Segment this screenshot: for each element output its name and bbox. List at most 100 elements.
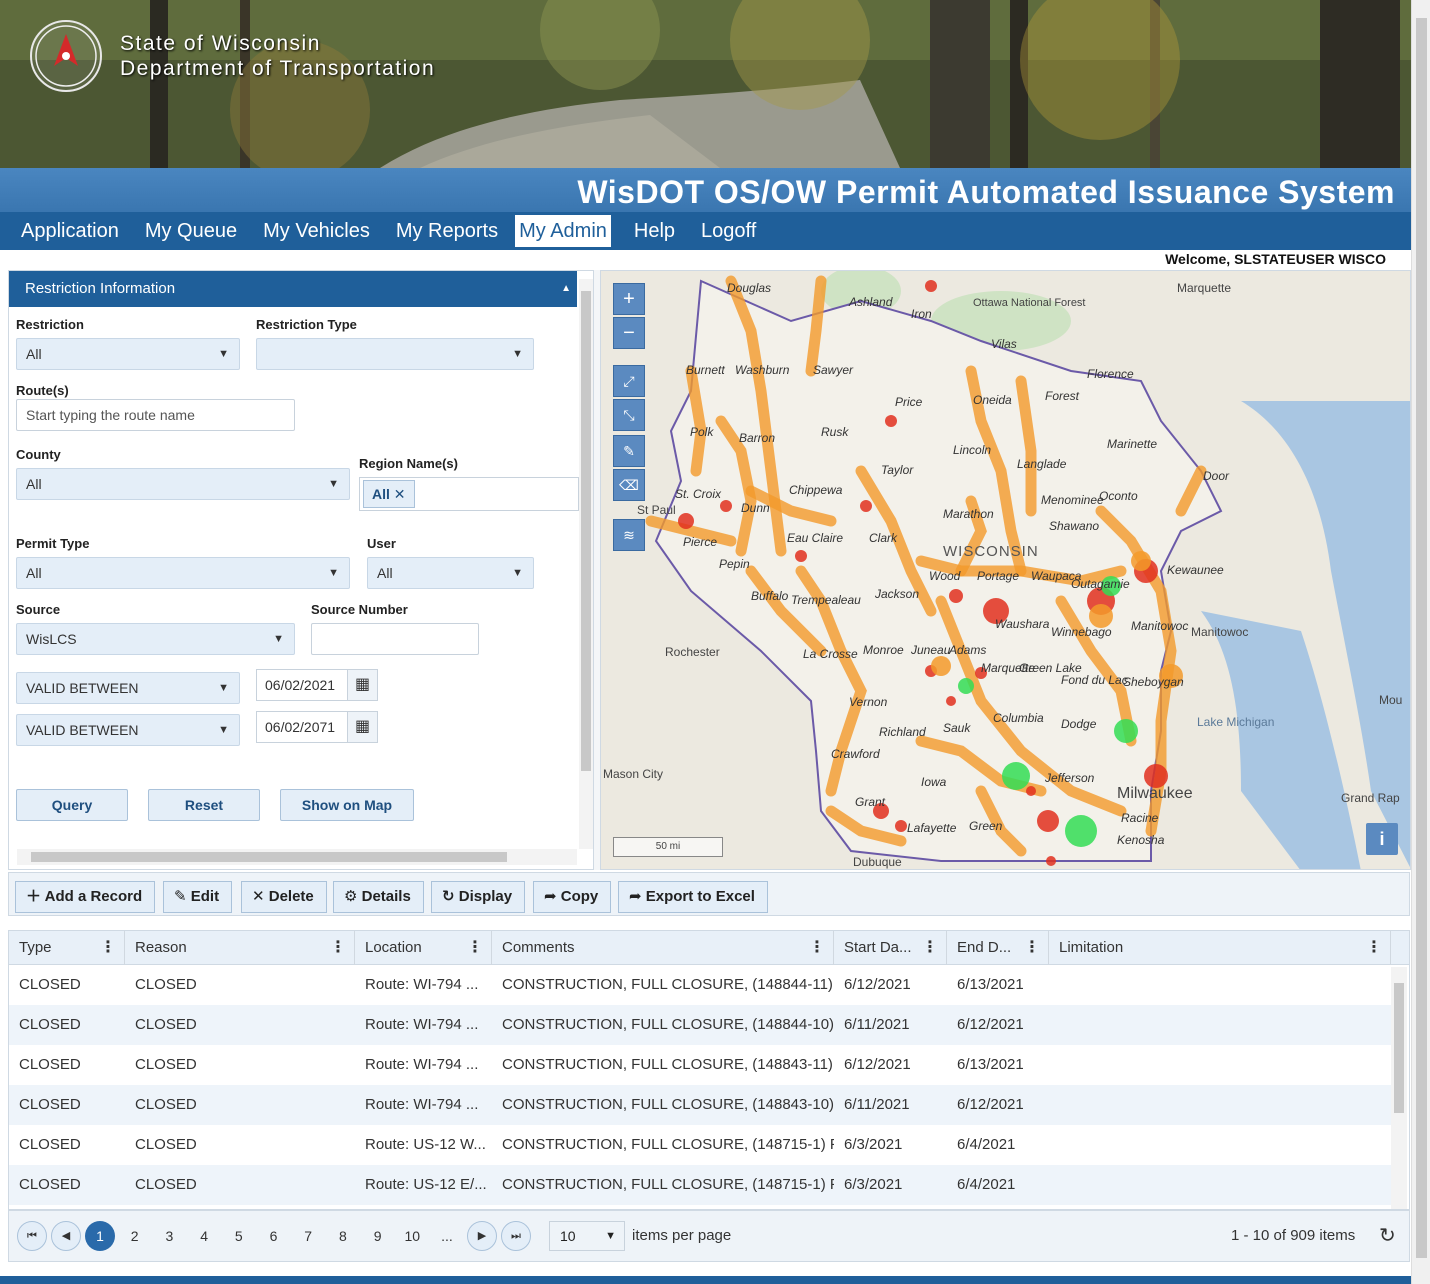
col-header-reason[interactable]: Reason ⋮ — [125, 931, 355, 965]
col-header-start-date[interactable]: Start Da... ⋮ — [834, 931, 947, 965]
delete-button[interactable]: ✕ Delete — [241, 881, 327, 913]
restriction-marker — [678, 513, 694, 529]
region-tag[interactable]: All ✕ — [363, 480, 415, 508]
edit-button[interactable]: ✎ Edit — [163, 881, 233, 913]
table-row[interactable]: CLOSED CLOSED Route: WI-794 ... CONSTRUCTIO… — [9, 1045, 1391, 1085]
grid-vertical-scrollbar[interactable] — [1391, 967, 1407, 1209]
col-header-end-date[interactable]: End D... ⋮ — [947, 931, 1049, 965]
cell-start-date: 6/12/2021 — [844, 976, 911, 993]
details-button[interactable]: ⚙ Details — [333, 881, 424, 913]
routes-input[interactable]: Start typing the route name — [16, 399, 295, 431]
county-label-sauk: Sauk — [943, 721, 971, 735]
restriction-map[interactable]: WISCONSIN Douglas Ashland Iron Vilas Ott… — [600, 270, 1411, 870]
source-select[interactable]: WisLCS ▼ — [16, 623, 295, 655]
valid-mode-select-2[interactable]: VALID BETWEEN ▼ — [16, 714, 240, 746]
dropdown-arrow-icon: ▼ — [218, 724, 229, 736]
zoom-extent-icon[interactable]: ⤡ — [613, 399, 645, 431]
table-row[interactable]: CLOSED CLOSED Route: WI-794 ... CONSTRUCTIO… — [9, 1005, 1391, 1045]
draw-select-icon[interactable]: ✎ — [613, 435, 645, 467]
page-size-select[interactable]: 10 ▼ — [549, 1221, 625, 1251]
remove-tag-icon[interactable]: ✕ — [394, 486, 406, 502]
col-header-comments-label: Comments — [502, 939, 575, 956]
zoom-out-button[interactable]: − — [613, 317, 645, 349]
copy-button[interactable]: ➦ Copy — [533, 881, 612, 913]
last-page-icon[interactable]: ⏭ — [501, 1221, 531, 1251]
col-header-location[interactable]: Location ⋮ — [355, 931, 492, 965]
next-page-icon[interactable]: ▶ — [467, 1221, 497, 1251]
calendar-icon[interactable]: ▦ — [347, 670, 377, 700]
previous-page-icon[interactable]: ◀ — [51, 1221, 81, 1251]
nav-logoff[interactable]: Logoff — [688, 215, 769, 247]
source-number-input[interactable] — [311, 623, 479, 655]
valid-mode-select-1[interactable]: VALID BETWEEN ▼ — [16, 672, 240, 704]
show-on-map-button[interactable]: Show on Map — [280, 789, 414, 821]
column-menu-icon[interactable]: ⋮ — [330, 931, 346, 965]
nav-my-queue[interactable]: My Queue — [132, 215, 250, 247]
page-button[interactable]: 8 — [328, 1221, 358, 1251]
restriction-type-select[interactable]: ▼ — [256, 338, 534, 370]
refresh-icon[interactable]: ↻ — [1379, 1223, 1396, 1248]
table-row[interactable]: CLOSED CLOSED Route: WI-794 ... CONSTRUCTIO… — [9, 965, 1391, 1005]
column-menu-icon[interactable]: ⋮ — [100, 931, 116, 965]
query-button[interactable]: Query — [16, 789, 128, 821]
column-menu-icon[interactable]: ⋮ — [1024, 931, 1040, 965]
nav-my-admin[interactable]: My Admin — [515, 215, 611, 247]
source-label: Source — [16, 602, 61, 617]
first-page-icon[interactable]: ⏮ — [17, 1221, 47, 1251]
footer-bar — [0, 1276, 1411, 1284]
page-button[interactable]: 1 — [85, 1221, 115, 1251]
table-row[interactable]: CLOSED CLOSED Route: US-12 E/... CONSTRUCTI… — [9, 1165, 1391, 1205]
column-menu-icon[interactable]: ⋮ — [809, 931, 825, 965]
restriction-marker — [1046, 856, 1056, 866]
add-record-button[interactable]: ＋ Add a Record — [15, 881, 156, 913]
panel-vertical-scrollbar[interactable] — [579, 279, 593, 849]
restriction-marker — [1114, 719, 1138, 743]
county-label-crawford: Crawford — [831, 747, 880, 761]
export-excel-button[interactable]: ➦ Export to Excel — [618, 881, 768, 913]
calendar-icon[interactable]: ▦ — [347, 712, 377, 742]
page-button[interactable]: 9 — [363, 1221, 393, 1251]
clear-selection-icon[interactable]: ⌫ — [613, 469, 645, 501]
column-menu-icon[interactable]: ⋮ — [922, 931, 938, 965]
column-menu-icon[interactable]: ⋮ — [467, 931, 483, 965]
table-row[interactable]: CLOSED CLOSED Route: WI-794 ... CONSTRUCTIO… — [9, 1085, 1391, 1125]
table-row[interactable]: CLOSED CLOSED Route: US-12 W... CONSTRUCTIO… — [9, 1125, 1391, 1165]
page-button[interactable]: 4 — [189, 1221, 219, 1251]
zoom-in-button[interactable]: + — [613, 283, 645, 315]
page-scrollbar[interactable] — [1411, 0, 1430, 1284]
nav-my-reports[interactable]: My Reports — [383, 215, 511, 247]
panel-horizontal-scrollbar[interactable] — [17, 849, 577, 865]
permit-type-select[interactable]: All ▼ — [16, 557, 350, 589]
display-button[interactable]: ↻ Display — [431, 881, 526, 913]
cell-comments: CONSTRUCTION, FULL CLOSURE, (148844-10) … — [502, 1016, 834, 1033]
nav-application[interactable]: Application — [8, 215, 132, 247]
full-extent-icon[interactable]: ⤢ — [613, 365, 645, 397]
page-button[interactable]: 3 — [154, 1221, 184, 1251]
county-select[interactable]: All ▼ — [16, 468, 350, 500]
valid-date-input-1[interactable]: 06/02/2021 ▦ — [256, 669, 378, 701]
column-menu-icon[interactable]: ⋮ — [1366, 931, 1382, 965]
col-header-comments[interactable]: Comments ⋮ — [492, 931, 834, 965]
cell-limitation — [1049, 1085, 1391, 1125]
page-button[interactable]: 10 — [397, 1221, 427, 1251]
valid-date-input-2[interactable]: 06/02/2071 ▦ — [256, 711, 378, 743]
restriction-marker — [946, 696, 956, 706]
page-button[interactable]: 2 — [120, 1221, 150, 1251]
page-button[interactable]: 7 — [293, 1221, 323, 1251]
page-button[interactable]: 5 — [224, 1221, 254, 1251]
restriction-select[interactable]: All ▼ — [16, 338, 240, 370]
restriction-marker — [1026, 786, 1036, 796]
page-button[interactable]: 6 — [259, 1221, 289, 1251]
map-info-button[interactable]: i — [1366, 823, 1398, 855]
reset-button[interactable]: Reset — [148, 789, 260, 821]
nav-help[interactable]: Help — [621, 215, 688, 247]
dropdown-arrow-icon: ▼ — [512, 567, 523, 579]
layers-icon[interactable]: ≋ — [613, 519, 645, 551]
panel-header[interactable]: Restriction Information ▲ — [9, 271, 577, 307]
col-header-type[interactable]: Type ⋮ — [9, 931, 125, 965]
collapse-caret-icon[interactable]: ▲ — [561, 271, 571, 307]
more-pages-button[interactable]: ... — [432, 1221, 462, 1251]
user-select[interactable]: All ▼ — [367, 557, 534, 589]
nav-my-vehicles[interactable]: My Vehicles — [250, 215, 383, 247]
col-header-limitation[interactable]: Limitation ⋮ — [1049, 931, 1391, 965]
